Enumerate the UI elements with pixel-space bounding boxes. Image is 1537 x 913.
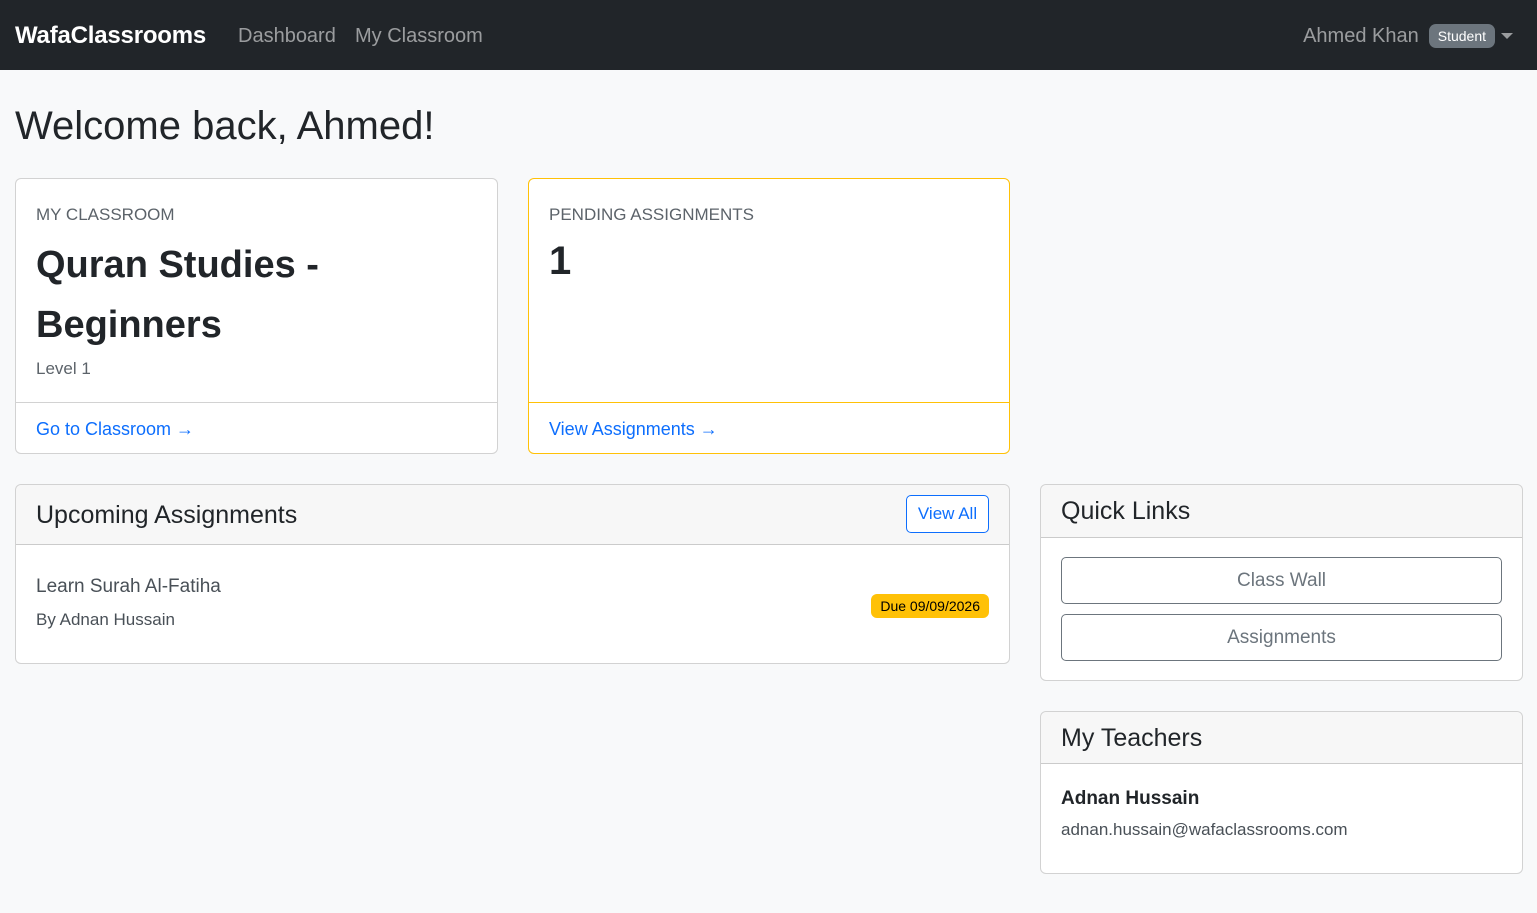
classroom-title: Quran Studies - Beginners: [36, 244, 319, 346]
classroom-level: Level 1: [36, 359, 91, 378]
assignment-author: By Adnan Hussain: [36, 610, 175, 629]
pending-card-footer: View Assignments →: [529, 402, 1009, 453]
user-name: Ahmed Khan: [1303, 24, 1419, 47]
my-teachers-card: My Teachers Adnan Hussain adnan.hussain@…: [1040, 711, 1523, 874]
teacher-email[interactable]: adnan.hussain@wafaclassrooms.com: [1061, 820, 1348, 840]
brand-logo[interactable]: WafaClassrooms: [15, 22, 206, 50]
top-navbar: WafaClassrooms Dashboard My Classroom Ah…: [0, 0, 1537, 70]
quick-links-title: Quick Links: [1061, 497, 1191, 525]
nav-link-dashboard[interactable]: Dashboard: [238, 25, 336, 48]
upcoming-assignments-card: Upcoming Assignments View All Learn Sura…: [15, 484, 1010, 664]
view-assignments-link[interactable]: View Assignments →: [549, 419, 718, 440]
upcoming-assignments-title: Upcoming Assignments: [36, 501, 298, 529]
caret-down-icon: [1501, 33, 1513, 39]
classroom-card-footer: Go to Classroom →: [16, 402, 497, 453]
quick-links-header: Quick Links: [1041, 485, 1522, 538]
teacher-name: Adnan Hussain: [1061, 788, 1200, 809]
my-classroom-label: MY CLASSROOM: [36, 205, 175, 224]
assignment-title[interactable]: Learn Surah Al-Fatiha: [36, 576, 221, 598]
my-classroom-card: MY CLASSROOM Quran Studies - Beginners L…: [15, 178, 498, 454]
nav-link-my-classroom[interactable]: My Classroom: [355, 25, 483, 48]
upcoming-assignments-header: Upcoming Assignments View All: [16, 485, 1009, 545]
pending-assignments-label: PENDING ASSIGNMENTS: [549, 205, 754, 224]
pending-assignments-count: 1: [549, 239, 572, 283]
go-to-classroom-link[interactable]: Go to Classroom →: [36, 419, 194, 440]
view-all-button[interactable]: View All: [906, 495, 989, 533]
due-date-badge: Due 09/09/2026: [871, 594, 989, 618]
my-teachers-header: My Teachers: [1041, 712, 1522, 764]
user-dropdown-toggle[interactable]: Ahmed Khan Student: [1303, 22, 1513, 50]
pending-assignments-card: PENDING ASSIGNMENTS 1 View Assignments →: [528, 178, 1010, 454]
page-title: Welcome back, Ahmed!: [15, 104, 435, 148]
role-badge: Student: [1428, 24, 1495, 48]
class-wall-button[interactable]: Class Wall: [1061, 557, 1502, 604]
quick-links-card: Quick Links Class Wall Assignments: [1040, 484, 1523, 681]
my-teachers-title: My Teachers: [1061, 724, 1203, 752]
assignments-button[interactable]: Assignments: [1061, 614, 1502, 661]
